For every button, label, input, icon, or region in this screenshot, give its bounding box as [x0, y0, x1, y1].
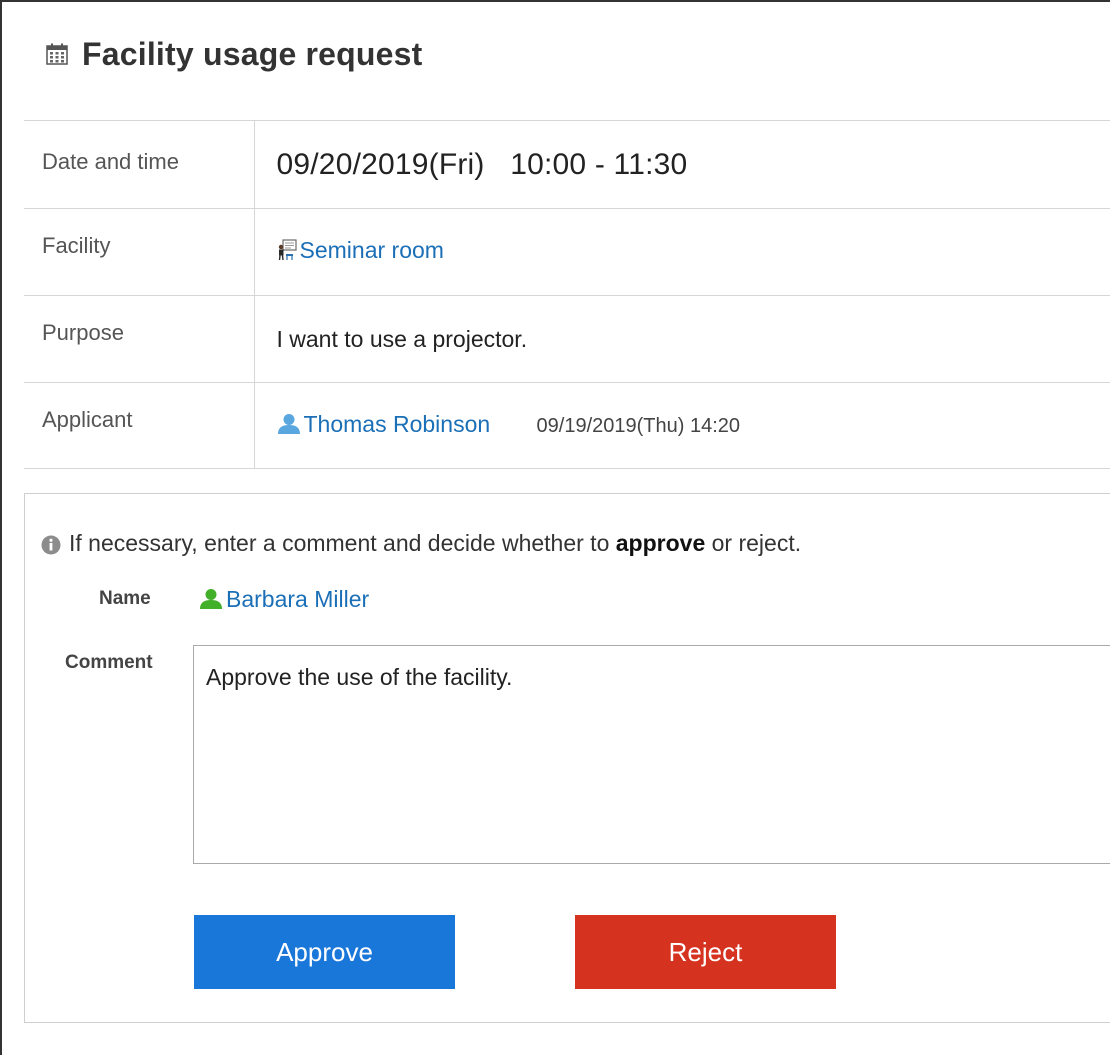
purpose-value: I want to use a projector.	[254, 295, 1110, 383]
page-header: Facility usage request	[46, 30, 423, 78]
applicant-link[interactable]: Thomas Robinson	[277, 411, 497, 437]
purpose-row: Purpose I want to use a projector.	[24, 295, 1110, 383]
approval-panel: If necessary, enter a comment and decide…	[24, 493, 1110, 1023]
approver-link[interactable]: Barbara Miller	[199, 586, 369, 612]
applied-datetime: 09/19/2019(Thu) 14:20	[536, 414, 741, 437]
approver-name-label: Name	[99, 588, 151, 609]
instruction-text-suffix: or reject.	[705, 530, 802, 556]
approval-instruction: If necessary, enter a comment and decide…	[41, 530, 801, 557]
applicant-row: Applicant Thomas Robinson 09/19/2019(Thu…	[24, 382, 1110, 469]
facility-row: Facility Seminar room	[24, 208, 1110, 296]
date-row: Date and time 09/20/2019(Fri) 10:00 - 11…	[24, 120, 1110, 209]
request-details-table: Date and time 09/20/2019(Fri) 10:00 - 11…	[24, 120, 1110, 469]
applicant-name: Thomas Robinson	[303, 410, 491, 437]
applicant-label: Applicant	[24, 382, 255, 469]
comment-label: Comment	[65, 652, 153, 673]
instruction-text-bold: approve	[615, 530, 706, 556]
facility-room-icon	[277, 239, 297, 267]
comment-field[interactable]: Approve the use of the facility.	[193, 645, 1110, 864]
facility-label: Facility	[24, 208, 255, 296]
info-icon	[41, 534, 61, 554]
facility-link[interactable]: Seminar room	[277, 237, 444, 263]
page-title: Facility usage request	[82, 35, 423, 72]
approver-name: Barbara Miller	[226, 586, 370, 612]
facility-name: Seminar room	[299, 237, 444, 263]
calendar-icon	[46, 43, 68, 65]
approve-button[interactable]: Approve	[194, 915, 455, 989]
user-icon	[277, 413, 301, 441]
instruction-text-prefix: If necessary, enter a comment and decide…	[69, 530, 616, 556]
reject-button[interactable]: Reject	[575, 915, 836, 989]
purpose-label: Purpose	[24, 295, 255, 383]
date-label: Date and time	[24, 120, 255, 209]
date-value: 09/20/2019(Fri) 10:00 - 11:30	[276, 147, 688, 181]
user-icon	[199, 588, 223, 616]
